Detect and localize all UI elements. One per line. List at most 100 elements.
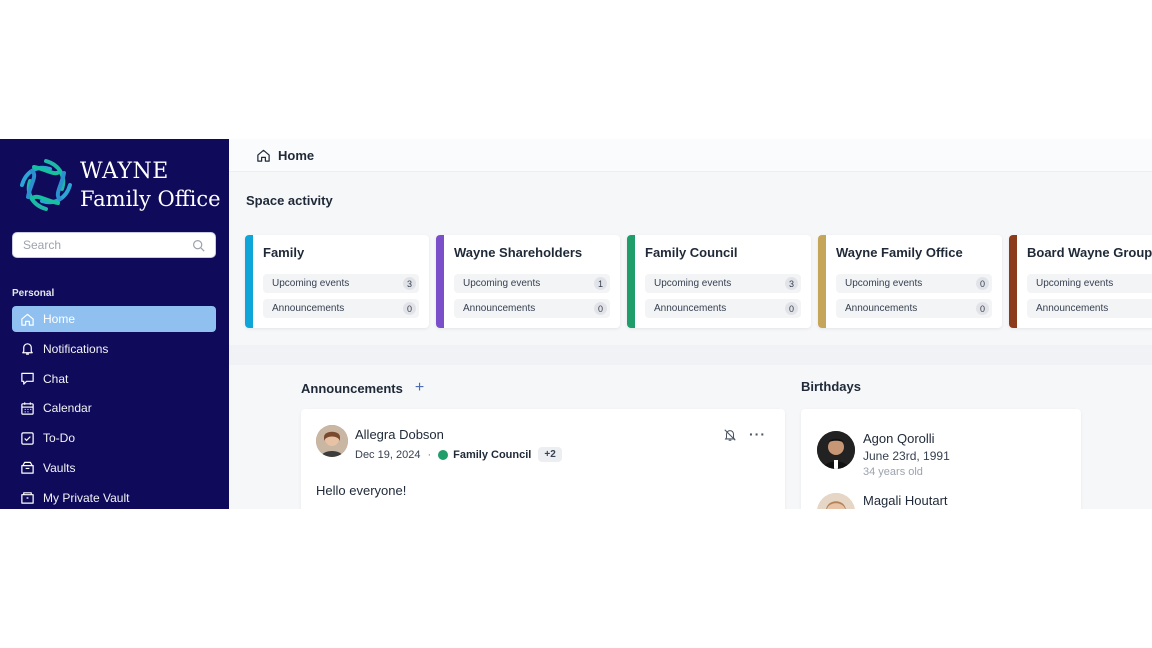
add-announcement-button[interactable]: +	[415, 379, 424, 397]
birthday-entry[interactable]: Magali Houtart	[817, 493, 948, 509]
sidebar-nav: Home Notifications Chat Calendar To-Do V…	[12, 306, 216, 509]
stat-count: 0	[594, 302, 607, 315]
space-card-wayne-family-office[interactable]: Wayne Family Office Upcoming events 0 Ann…	[818, 235, 1002, 328]
birthdays-card: Agon Qorolli June 23rd, 1991 34 years ol…	[801, 409, 1081, 509]
mute-notifications-icon[interactable]	[723, 428, 737, 442]
space-activity-title: Space activity	[246, 193, 333, 208]
sidebar-item-label: To-Do	[43, 431, 76, 446]
upcoming-events-stat[interactable]: Upcoming events	[1027, 274, 1152, 293]
space-name: Wayne Family Office	[836, 245, 963, 260]
space-color-bar	[1009, 235, 1017, 328]
announcements-stat[interactable]: Announcements 0	[263, 299, 419, 318]
sidebar-item-label: Calendar	[43, 401, 92, 416]
upcoming-events-stat[interactable]: Upcoming events 3	[263, 274, 419, 293]
stat-label: Upcoming events	[1036, 278, 1114, 289]
post-space[interactable]: Family Council	[453, 449, 531, 461]
brand-name: WAYNE	[80, 159, 169, 185]
space-color-dot	[438, 449, 449, 460]
avatar[interactable]	[817, 493, 855, 509]
section-label-personal: Personal	[12, 288, 55, 299]
stat-label: Upcoming events	[845, 278, 923, 289]
birthday-entry[interactable]: Agon Qorolli June 23rd, 1991 34 years ol…	[817, 431, 950, 478]
stat-label: Announcements	[272, 303, 345, 314]
sidebar-item-label: My Private Vault	[43, 490, 130, 505]
post-body: Hello everyone!	[316, 483, 407, 498]
avatar[interactable]	[817, 431, 855, 469]
announcements-stat[interactable]: Announcements 0	[645, 299, 801, 318]
announcements-header: Announcements +	[301, 379, 424, 397]
breadcrumb-home[interactable]: Home	[278, 148, 314, 163]
upcoming-events-stat[interactable]: Upcoming events 1	[454, 274, 610, 293]
stat-count: 3	[403, 277, 416, 290]
space-name: Family	[263, 245, 305, 260]
announcements-title: Announcements	[301, 380, 403, 396]
announcements-stat[interactable]: Announcements	[1027, 299, 1152, 318]
space-card-board-wayne-group[interactable]: Board Wayne Group Upcoming events Announ…	[1009, 235, 1152, 328]
stat-label: Announcements	[1036, 303, 1109, 314]
breadcrumb: Home	[229, 139, 1152, 172]
search-icon[interactable]	[192, 239, 205, 252]
checkbox-icon	[20, 431, 35, 446]
space-color-bar	[627, 235, 635, 328]
space-card-wayne-shareholders[interactable]: Wayne Shareholders Upcoming events 1 Anno…	[436, 235, 620, 328]
stat-label: Announcements	[654, 303, 727, 314]
upcoming-events-stat[interactable]: Upcoming events 3	[645, 274, 801, 293]
bell-icon	[20, 341, 35, 356]
space-name: Family Council	[645, 245, 738, 260]
brand-knot-icon	[20, 159, 72, 211]
sidebar-item-label: Home	[43, 312, 76, 326]
brand-subtitle: Family Office	[80, 186, 221, 211]
birthday-date: June 23rd, 1991	[863, 449, 950, 463]
sidebar: WAYNE Family Office Personal Home Notifi…	[0, 139, 229, 509]
space-name: Board Wayne Group	[1027, 245, 1152, 260]
announcements-stat[interactable]: Announcements 0	[454, 299, 610, 318]
stat-count: 0	[976, 302, 989, 315]
space-card-family[interactable]: Family Upcoming events 3 Announcements 0	[245, 235, 429, 328]
space-color-bar	[818, 235, 826, 328]
stat-label: Announcements	[845, 303, 918, 314]
sidebar-item-label: Chat	[43, 371, 69, 386]
calendar-icon	[20, 401, 35, 416]
home-icon	[20, 312, 35, 327]
birthdays-title: Birthdays	[801, 379, 861, 394]
space-color-bar	[436, 235, 444, 328]
post-date: Dec 19, 2024	[355, 448, 421, 461]
vault-icon	[20, 460, 35, 475]
birthday-name: Agon Qorolli	[863, 431, 935, 446]
search-input[interactable]	[23, 238, 192, 252]
space-color-bar	[245, 235, 253, 328]
stat-label: Upcoming events	[272, 278, 350, 289]
birthday-name: Magali Houtart	[863, 493, 948, 508]
birthday-age: 34 years old	[863, 466, 923, 478]
announcement-post[interactable]: Allegra Dobson Dec 19, 2024 · Family Cou…	[301, 409, 785, 509]
announcements-stat[interactable]: Announcements 0	[836, 299, 992, 318]
sidebar-item-my-private-vault[interactable]: My Private Vault	[12, 485, 216, 509]
brand-logo[interactable]: WAYNE Family Office	[16, 155, 221, 215]
sidebar-item-todo[interactable]: To-Do	[12, 425, 216, 451]
stat-label: Announcements	[463, 303, 536, 314]
section-divider	[229, 345, 1152, 365]
more-spaces-badge[interactable]: +2	[538, 447, 562, 462]
sidebar-item-notifications[interactable]: Notifications	[12, 336, 216, 362]
sidebar-item-chat[interactable]: Chat	[12, 366, 216, 392]
search-box	[12, 232, 216, 258]
stat-count: 1	[594, 277, 607, 290]
sidebar-item-calendar[interactable]: Calendar	[12, 395, 216, 421]
private-vault-icon	[20, 490, 35, 505]
meta-separator: ·	[427, 448, 432, 461]
upcoming-events-stat[interactable]: Upcoming events 0	[836, 274, 992, 293]
avatar[interactable]	[316, 425, 348, 457]
space-card-family-council[interactable]: Family Council Upcoming events 3 Announce…	[627, 235, 811, 328]
app-window: WAYNE Family Office Personal Home Notifi…	[0, 139, 1152, 509]
post-options-button[interactable]: ···	[749, 426, 766, 442]
space-activity-cards: Family Upcoming events 3 Announcements 0 W…	[245, 235, 1152, 328]
sidebar-item-vaults[interactable]: Vaults	[12, 455, 216, 481]
home-icon[interactable]	[256, 148, 271, 163]
stat-count: 3	[785, 277, 798, 290]
stat-count: 0	[976, 277, 989, 290]
post-author[interactable]: Allegra Dobson	[355, 427, 444, 442]
sidebar-item-home[interactable]: Home	[12, 306, 216, 332]
stat-count: 0	[785, 302, 798, 315]
sidebar-item-label: Vaults	[43, 460, 76, 475]
chat-icon	[20, 371, 35, 386]
